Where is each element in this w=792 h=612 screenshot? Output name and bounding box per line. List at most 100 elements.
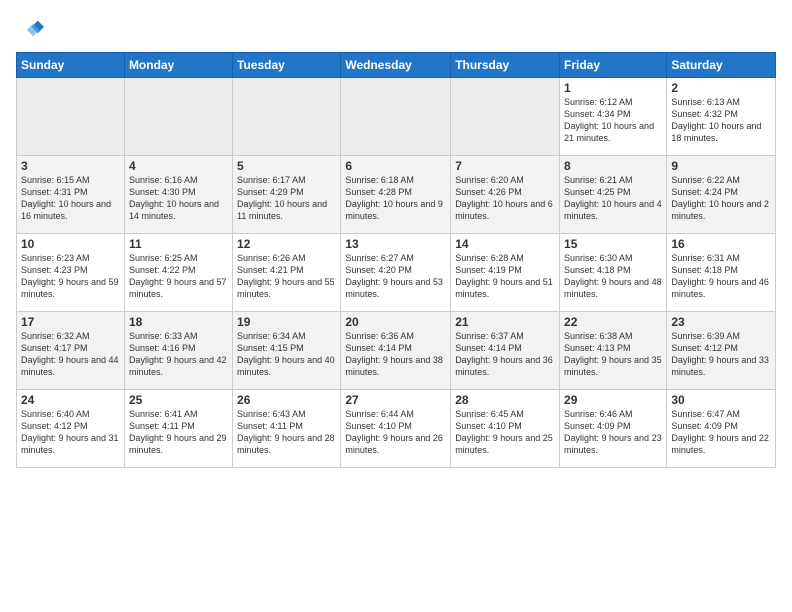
calendar-header-monday: Monday <box>124 53 232 78</box>
calendar-cell: 4Sunrise: 6:16 AM Sunset: 4:30 PM Daylig… <box>124 156 232 234</box>
calendar-cell: 11Sunrise: 6:25 AM Sunset: 4:22 PM Dayli… <box>124 234 232 312</box>
day-number: 11 <box>129 237 228 251</box>
calendar-cell: 30Sunrise: 6:47 AM Sunset: 4:09 PM Dayli… <box>667 390 776 468</box>
day-number: 22 <box>564 315 662 329</box>
calendar-header-friday: Friday <box>560 53 667 78</box>
calendar-header-tuesday: Tuesday <box>233 53 341 78</box>
calendar-cell: 23Sunrise: 6:39 AM Sunset: 4:12 PM Dayli… <box>667 312 776 390</box>
day-info: Sunrise: 6:21 AM Sunset: 4:25 PM Dayligh… <box>564 174 662 223</box>
calendar-cell: 20Sunrise: 6:36 AM Sunset: 4:14 PM Dayli… <box>341 312 451 390</box>
calendar-cell: 6Sunrise: 6:18 AM Sunset: 4:28 PM Daylig… <box>341 156 451 234</box>
day-number: 14 <box>455 237 555 251</box>
day-info: Sunrise: 6:41 AM Sunset: 4:11 PM Dayligh… <box>129 408 228 457</box>
day-info: Sunrise: 6:34 AM Sunset: 4:15 PM Dayligh… <box>237 330 336 379</box>
day-number: 17 <box>21 315 120 329</box>
day-info: Sunrise: 6:33 AM Sunset: 4:16 PM Dayligh… <box>129 330 228 379</box>
day-info: Sunrise: 6:40 AM Sunset: 4:12 PM Dayligh… <box>21 408 120 457</box>
calendar-cell: 22Sunrise: 6:38 AM Sunset: 4:13 PM Dayli… <box>560 312 667 390</box>
day-number: 9 <box>671 159 771 173</box>
calendar-cell: 15Sunrise: 6:30 AM Sunset: 4:18 PM Dayli… <box>560 234 667 312</box>
calendar-cell: 27Sunrise: 6:44 AM Sunset: 4:10 PM Dayli… <box>341 390 451 468</box>
day-number: 21 <box>455 315 555 329</box>
day-number: 28 <box>455 393 555 407</box>
day-info: Sunrise: 6:26 AM Sunset: 4:21 PM Dayligh… <box>237 252 336 301</box>
calendar-week-5: 24Sunrise: 6:40 AM Sunset: 4:12 PM Dayli… <box>17 390 776 468</box>
day-number: 16 <box>671 237 771 251</box>
calendar-header-wednesday: Wednesday <box>341 53 451 78</box>
day-number: 30 <box>671 393 771 407</box>
calendar-table: SundayMondayTuesdayWednesdayThursdayFrid… <box>16 52 776 468</box>
calendar-cell <box>451 78 560 156</box>
day-info: Sunrise: 6:27 AM Sunset: 4:20 PM Dayligh… <box>345 252 446 301</box>
day-info: Sunrise: 6:25 AM Sunset: 4:22 PM Dayligh… <box>129 252 228 301</box>
day-info: Sunrise: 6:47 AM Sunset: 4:09 PM Dayligh… <box>671 408 771 457</box>
day-number: 4 <box>129 159 228 173</box>
day-info: Sunrise: 6:13 AM Sunset: 4:32 PM Dayligh… <box>671 96 771 145</box>
logo-icon <box>16 16 44 44</box>
calendar-cell <box>124 78 232 156</box>
header <box>16 16 776 44</box>
day-number: 15 <box>564 237 662 251</box>
calendar-header-row: SundayMondayTuesdayWednesdayThursdayFrid… <box>17 53 776 78</box>
day-info: Sunrise: 6:16 AM Sunset: 4:30 PM Dayligh… <box>129 174 228 223</box>
day-info: Sunrise: 6:37 AM Sunset: 4:14 PM Dayligh… <box>455 330 555 379</box>
calendar-cell: 28Sunrise: 6:45 AM Sunset: 4:10 PM Dayli… <box>451 390 560 468</box>
day-number: 29 <box>564 393 662 407</box>
day-info: Sunrise: 6:32 AM Sunset: 4:17 PM Dayligh… <box>21 330 120 379</box>
calendar-cell: 3Sunrise: 6:15 AM Sunset: 4:31 PM Daylig… <box>17 156 125 234</box>
calendar-week-4: 17Sunrise: 6:32 AM Sunset: 4:17 PM Dayli… <box>17 312 776 390</box>
calendar-cell: 12Sunrise: 6:26 AM Sunset: 4:21 PM Dayli… <box>233 234 341 312</box>
calendar-cell: 9Sunrise: 6:22 AM Sunset: 4:24 PM Daylig… <box>667 156 776 234</box>
day-number: 23 <box>671 315 771 329</box>
day-number: 1 <box>564 81 662 95</box>
calendar-cell: 1Sunrise: 6:12 AM Sunset: 4:34 PM Daylig… <box>560 78 667 156</box>
calendar-cell: 29Sunrise: 6:46 AM Sunset: 4:09 PM Dayli… <box>560 390 667 468</box>
calendar-cell: 10Sunrise: 6:23 AM Sunset: 4:23 PM Dayli… <box>17 234 125 312</box>
day-info: Sunrise: 6:18 AM Sunset: 4:28 PM Dayligh… <box>345 174 446 223</box>
day-info: Sunrise: 6:46 AM Sunset: 4:09 PM Dayligh… <box>564 408 662 457</box>
day-number: 27 <box>345 393 446 407</box>
day-number: 12 <box>237 237 336 251</box>
day-info: Sunrise: 6:44 AM Sunset: 4:10 PM Dayligh… <box>345 408 446 457</box>
day-number: 7 <box>455 159 555 173</box>
calendar-cell: 7Sunrise: 6:20 AM Sunset: 4:26 PM Daylig… <box>451 156 560 234</box>
calendar-cell: 19Sunrise: 6:34 AM Sunset: 4:15 PM Dayli… <box>233 312 341 390</box>
calendar-cell: 2Sunrise: 6:13 AM Sunset: 4:32 PM Daylig… <box>667 78 776 156</box>
day-number: 2 <box>671 81 771 95</box>
day-info: Sunrise: 6:45 AM Sunset: 4:10 PM Dayligh… <box>455 408 555 457</box>
day-number: 19 <box>237 315 336 329</box>
calendar-cell: 14Sunrise: 6:28 AM Sunset: 4:19 PM Dayli… <box>451 234 560 312</box>
day-info: Sunrise: 6:43 AM Sunset: 4:11 PM Dayligh… <box>237 408 336 457</box>
day-number: 10 <box>21 237 120 251</box>
day-info: Sunrise: 6:12 AM Sunset: 4:34 PM Dayligh… <box>564 96 662 145</box>
calendar-cell: 16Sunrise: 6:31 AM Sunset: 4:18 PM Dayli… <box>667 234 776 312</box>
calendar-cell: 8Sunrise: 6:21 AM Sunset: 4:25 PM Daylig… <box>560 156 667 234</box>
day-number: 6 <box>345 159 446 173</box>
calendar-cell: 17Sunrise: 6:32 AM Sunset: 4:17 PM Dayli… <box>17 312 125 390</box>
day-info: Sunrise: 6:36 AM Sunset: 4:14 PM Dayligh… <box>345 330 446 379</box>
calendar-cell <box>341 78 451 156</box>
calendar-header-saturday: Saturday <box>667 53 776 78</box>
day-info: Sunrise: 6:22 AM Sunset: 4:24 PM Dayligh… <box>671 174 771 223</box>
calendar-header-sunday: Sunday <box>17 53 125 78</box>
day-number: 13 <box>345 237 446 251</box>
day-info: Sunrise: 6:39 AM Sunset: 4:12 PM Dayligh… <box>671 330 771 379</box>
day-number: 24 <box>21 393 120 407</box>
calendar-cell <box>233 78 341 156</box>
day-number: 20 <box>345 315 446 329</box>
calendar-cell: 13Sunrise: 6:27 AM Sunset: 4:20 PM Dayli… <box>341 234 451 312</box>
page: SundayMondayTuesdayWednesdayThursdayFrid… <box>0 0 792 612</box>
day-info: Sunrise: 6:17 AM Sunset: 4:29 PM Dayligh… <box>237 174 336 223</box>
calendar-cell: 5Sunrise: 6:17 AM Sunset: 4:29 PM Daylig… <box>233 156 341 234</box>
day-info: Sunrise: 6:20 AM Sunset: 4:26 PM Dayligh… <box>455 174 555 223</box>
calendar-cell: 25Sunrise: 6:41 AM Sunset: 4:11 PM Dayli… <box>124 390 232 468</box>
day-info: Sunrise: 6:15 AM Sunset: 4:31 PM Dayligh… <box>21 174 120 223</box>
calendar-cell: 18Sunrise: 6:33 AM Sunset: 4:16 PM Dayli… <box>124 312 232 390</box>
calendar-week-3: 10Sunrise: 6:23 AM Sunset: 4:23 PM Dayli… <box>17 234 776 312</box>
day-number: 3 <box>21 159 120 173</box>
day-info: Sunrise: 6:23 AM Sunset: 4:23 PM Dayligh… <box>21 252 120 301</box>
day-number: 8 <box>564 159 662 173</box>
calendar-cell <box>17 78 125 156</box>
day-number: 18 <box>129 315 228 329</box>
calendar-cell: 24Sunrise: 6:40 AM Sunset: 4:12 PM Dayli… <box>17 390 125 468</box>
